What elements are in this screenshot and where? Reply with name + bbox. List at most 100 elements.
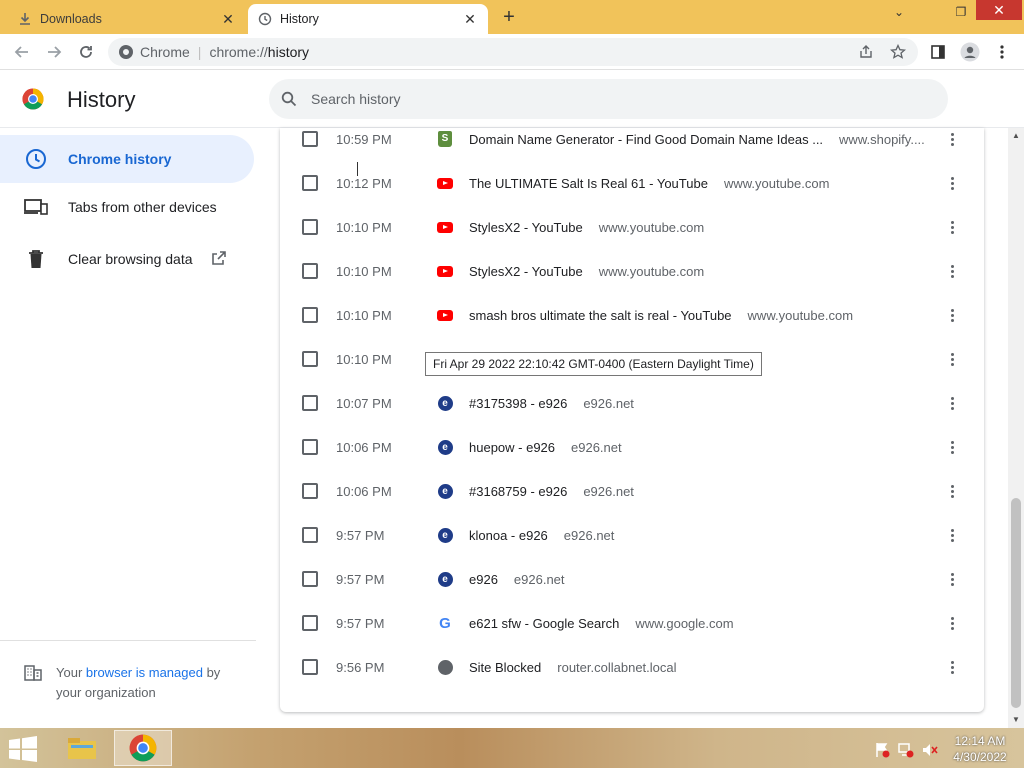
e926-icon: e <box>437 483 453 499</box>
network-icon[interactable] <box>896 740 916 760</box>
back-button[interactable] <box>10 40 34 64</box>
volume-muted-icon[interactable] <box>920 740 940 760</box>
page-title-link[interactable]: huepow - e926 <box>469 440 555 455</box>
more-actions-icon[interactable] <box>944 657 960 677</box>
tab-title: Downloads <box>40 12 102 26</box>
forward-button[interactable] <box>42 40 66 64</box>
more-actions-icon[interactable] <box>944 525 960 545</box>
row-checkbox[interactable] <box>302 615 318 631</box>
share-button[interactable] <box>854 40 878 64</box>
scrollbar-thumb[interactable] <box>1011 498 1021 708</box>
row-checkbox[interactable] <box>302 571 318 587</box>
more-actions-icon[interactable] <box>944 481 960 501</box>
history-row[interactable]: 10:59 PM S Domain Name Generator - Find Go… <box>280 128 984 161</box>
scroll-down-arrow-icon[interactable]: ▼ <box>1008 712 1024 728</box>
clock-time: 12:14 AM <box>954 734 1006 748</box>
row-checkbox[interactable] <box>302 263 318 279</box>
page-title-link[interactable]: StylesX2 - YouTube <box>469 264 583 279</box>
flag-icon[interactable] <box>872 740 892 760</box>
new-tab-button[interactable]: + <box>498 6 520 28</box>
menu-button[interactable] <box>990 40 1014 64</box>
close-tab-icon[interactable]: ✕ <box>462 11 478 27</box>
building-icon <box>24 665 42 703</box>
page-title-link[interactable]: e621 sfw - Google Search <box>469 616 619 631</box>
more-actions-icon[interactable] <box>944 437 960 457</box>
history-list: 10:59 PM S Domain Name Generator - Find Go… <box>280 128 984 712</box>
history-row[interactable]: 10:12 PM The ULTIMATE Salt Is Real 61 - Y… <box>280 161 984 205</box>
row-checkbox[interactable] <box>302 175 318 191</box>
youtube-icon <box>437 219 453 235</box>
side-panel-icon <box>931 45 945 59</box>
more-actions-icon[interactable] <box>944 349 960 369</box>
page-title-link[interactable]: klonoa - e926 <box>469 528 548 543</box>
windows-start-icon[interactable] <box>8 736 38 762</box>
sidebar-item-clear-browsing-data[interactable]: Clear browsing data <box>0 235 254 283</box>
page-title-link[interactable]: Domain Name Generator - Find Good Domain… <box>469 132 823 147</box>
sidebar: Chrome history Tabs from other devices C… <box>0 128 268 728</box>
side-panel-button[interactable] <box>926 40 950 64</box>
chrome-taskbar-button[interactable] <box>114 730 172 766</box>
row-checkbox[interactable] <box>302 439 318 455</box>
visit-time: 10:06 PM <box>336 439 392 455</box>
more-actions-icon[interactable] <box>944 613 960 633</box>
youtube-icon <box>437 175 453 191</box>
page-title-link[interactable]: e926 <box>469 572 498 587</box>
star-icon <box>890 44 906 59</box>
row-checkbox[interactable] <box>302 395 318 411</box>
profile-button[interactable] <box>958 40 982 64</box>
restore-button[interactable]: ❐ <box>944 0 978 24</box>
window-close-button[interactable]: ✕ <box>976 0 1022 20</box>
history-row[interactable]: 9:56 PM Site Blocked router.collabnet.loca… <box>280 645 984 689</box>
history-row[interactable]: 10:07 PM e #3175398 - e926 e926.net <box>280 381 984 425</box>
row-checkbox[interactable] <box>302 659 318 675</box>
history-row[interactable]: 10:06 PM e #3168759 - e926 e926.net <box>280 469 984 513</box>
file-explorer-taskbar-button[interactable] <box>58 730 106 766</box>
taskbar-clock[interactable]: 12:14 AM 4/30/2022 <box>944 733 1016 765</box>
more-actions-icon[interactable] <box>944 173 960 193</box>
sidebar-item-tabs-other-devices[interactable]: Tabs from other devices <box>0 183 254 231</box>
tab-history[interactable]: History ✕ <box>248 4 488 34</box>
more-actions-icon[interactable] <box>944 305 960 325</box>
search-box[interactable] <box>269 79 948 119</box>
row-checkbox[interactable] <box>302 351 318 367</box>
scroll-up-arrow-icon[interactable]: ▲ <box>1008 128 1024 144</box>
row-checkbox[interactable] <box>302 307 318 323</box>
history-row[interactable]: 10:06 PM e huepow - e926 e926.net <box>280 425 984 469</box>
tab-downloads[interactable]: Downloads ✕ <box>8 4 246 34</box>
bookmark-button[interactable] <box>886 40 910 64</box>
more-actions-icon[interactable] <box>944 129 960 149</box>
devices-icon <box>24 195 48 219</box>
history-row[interactable]: 9:57 PM e klonoa - e926 e926.net <box>280 513 984 557</box>
more-actions-icon[interactable] <box>944 217 960 237</box>
history-row[interactable]: 9:57 PM Ge621 sfw - Google Search www.goog… <box>280 601 984 645</box>
row-checkbox[interactable] <box>302 219 318 235</box>
search-input[interactable] <box>311 91 871 107</box>
page-title-link[interactable]: smash bros ultimate the salt is real - Y… <box>469 308 732 323</box>
history-row[interactable]: 10:10 PM smash bros ultimate the salt is … <box>280 293 984 337</box>
more-actions-icon[interactable] <box>944 261 960 281</box>
browser-managed-link[interactable]: browser is managed <box>86 665 203 680</box>
history-row[interactable]: 9:57 PM e e926 e926.net <box>280 557 984 601</box>
sidebar-item-chrome-history[interactable]: Chrome history <box>0 135 254 183</box>
minimize-button[interactable]: ⌄ <box>882 0 916 24</box>
url-scheme: chrome:// <box>209 44 268 60</box>
reload-button[interactable] <box>74 40 98 64</box>
row-checkbox[interactable] <box>302 131 318 147</box>
more-actions-icon[interactable] <box>944 393 960 413</box>
close-tab-icon[interactable]: ✕ <box>220 11 236 27</box>
address-bar[interactable]: Chrome | chrome://history <box>108 38 918 66</box>
page-title-link[interactable]: StylesX2 - YouTube <box>469 220 583 235</box>
page-title-link[interactable]: Site Blocked <box>469 660 541 675</box>
page-title-link[interactable]: #3175398 - e926 <box>469 396 567 411</box>
history-row[interactable]: 10:10 PM StylesX2 - YouTube www.youtube.co… <box>280 205 984 249</box>
more-actions-icon[interactable] <box>944 569 960 589</box>
page-title-link[interactable]: #3168759 - e926 <box>469 484 567 499</box>
page-title-link[interactable]: The ULTIMATE Salt Is Real 61 - YouTube <box>469 176 708 191</box>
visit-time: 10:12 PM <box>336 175 392 191</box>
page-scrollbar[interactable]: ▲ ▼ <box>1008 128 1024 728</box>
history-row[interactable]: 10:10 PM StylesX2 - YouTube www.youtube.co… <box>280 249 984 293</box>
share-icon <box>860 45 872 58</box>
visit-time: 10:10 PM <box>336 307 392 323</box>
row-checkbox[interactable] <box>302 483 318 499</box>
row-checkbox[interactable] <box>302 527 318 543</box>
